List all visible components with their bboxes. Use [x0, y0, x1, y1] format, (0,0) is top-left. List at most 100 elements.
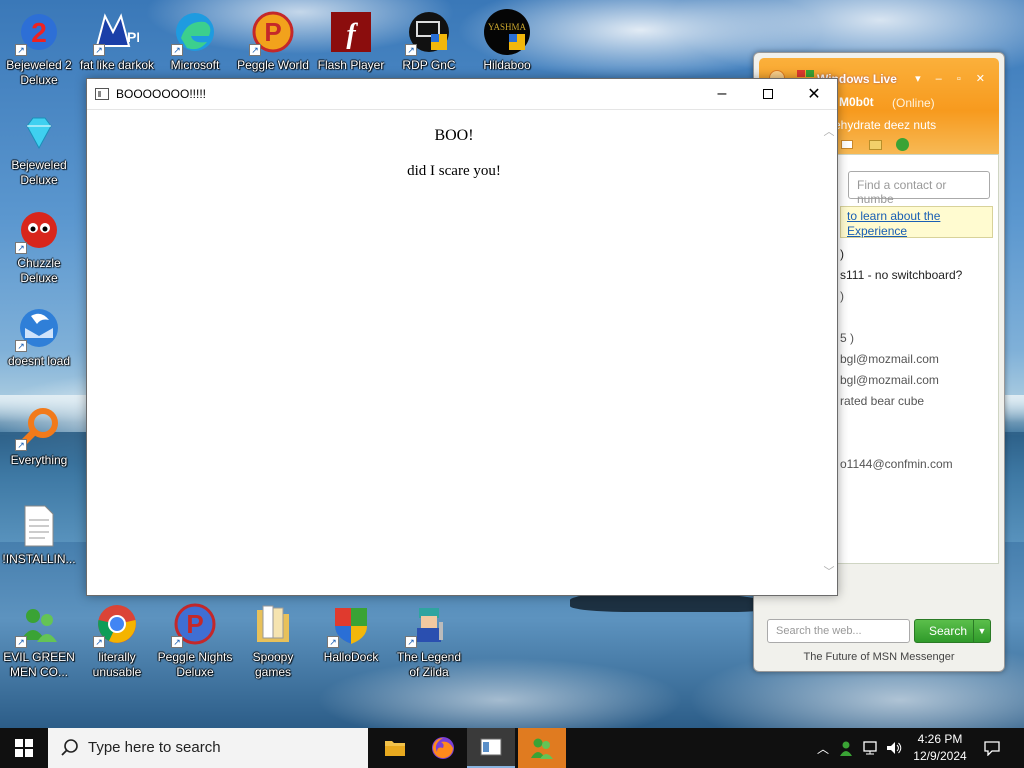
- clock-date: 12/9/2024: [913, 749, 967, 763]
- volume-icon[interactable]: [884, 728, 904, 768]
- msn-buddies-icon: [531, 738, 553, 759]
- boo-window[interactable]: BOOOOOOO!!!!! – ✕ BOO! did I scare you! …: [86, 78, 838, 596]
- chrome-icon: ↗: [93, 600, 141, 648]
- taskbar-search-placeholder: Type here to search: [88, 739, 221, 756]
- scroll-up-icon[interactable]: ︿: [821, 123, 837, 139]
- page-text: did I scare you!: [407, 163, 501, 179]
- desktop-icon-spoopy-games[interactable]: Spoopy games: [235, 600, 311, 680]
- desktop-icon-everything[interactable]: ↗ Everything: [1, 403, 77, 468]
- contact-item[interactable]: rated bear cube: [840, 394, 924, 408]
- tray-messenger-icon[interactable]: [836, 728, 856, 768]
- desktop-icon-literally-unusable[interactable]: ↗ literally unusable: [79, 600, 155, 680]
- show-hidden-icons-button[interactable]: ︿: [814, 728, 832, 768]
- desktop-icon-label: The Legend of Zilda: [396, 650, 462, 679]
- minimize-button[interactable]: –: [699, 79, 745, 109]
- svg-text:2: 2: [31, 17, 47, 48]
- window-title: BOOOOOOO!!!!!: [116, 87, 207, 101]
- action-center-button[interactable]: [980, 728, 1004, 768]
- taskbar-firefox[interactable]: [419, 728, 467, 768]
- banner-line-1: to learn about the: [847, 209, 941, 223]
- yashma-shield-icon: YASHMA: [483, 8, 531, 56]
- mpl-logo-icon: PL ↗: [93, 8, 141, 56]
- taskbar-clock[interactable]: 4:26 PM 12/9/2024: [904, 731, 976, 765]
- desktop-icon-label: doesnt load: [7, 354, 71, 368]
- desktop-icon-microsoft-edge[interactable]: ↗ Microsoft: [157, 8, 233, 73]
- close-button[interactable]: ✕: [791, 79, 837, 109]
- window-titlebar[interactable]: BOOOOOOO!!!!! – ✕: [87, 79, 837, 110]
- messenger-status[interactable]: (Online): [892, 96, 935, 110]
- taskbar-messenger[interactable]: [518, 728, 566, 768]
- contact-item[interactable]: bgl@mozmail.com: [840, 373, 939, 387]
- taskbar-file-explorer[interactable]: [371, 728, 419, 768]
- desktop-icon-evil-green-men[interactable]: ↗ EVIL GREEN MEN CO...: [1, 600, 77, 680]
- messenger-info-banner[interactable]: to learn about the Experience: [840, 206, 993, 238]
- desktop-icon-hallodock[interactable]: ↗ HalloDock: [313, 600, 389, 665]
- contact-item[interactable]: o1144@confmin.com: [840, 457, 953, 471]
- contact-item[interactable]: s111 - no switchboard?: [840, 268, 962, 282]
- desktop-icon-rdp-gnc[interactable]: ↗ RDP GnC: [391, 8, 467, 73]
- web-search-button[interactable]: Search: [914, 619, 978, 643]
- folder-icon[interactable]: [869, 140, 882, 150]
- taskbar: Type here to search ︿ 4:26 PM 12/9/2024: [0, 728, 1024, 768]
- desktop-icon-bejeweled-2[interactable]: 2 ↗ Bejeweled 2 Deluxe: [1, 8, 77, 88]
- svg-text:P: P: [264, 17, 281, 47]
- desktop-icon-installing[interactable]: !INSTALLIN...: [1, 502, 77, 567]
- desktop-icon-label: Bejeweled Deluxe: [11, 158, 67, 187]
- page-content: BOO! did I scare you!: [87, 111, 821, 595]
- desktop-icon-label: Microsoft: [170, 58, 220, 72]
- desktop-icon-legend-of-zilda[interactable]: ↗ The Legend of Zilda: [391, 600, 467, 680]
- contact-item[interactable]: bgl@mozmail.com: [840, 352, 939, 366]
- desktop-icon-bejeweled-deluxe[interactable]: Bejeweled Deluxe: [1, 108, 77, 188]
- desktop-icon-label: literally unusable: [92, 650, 142, 679]
- desktop-icon-hildaboo[interactable]: YASHMA Hildaboo: [469, 8, 545, 73]
- edge-icon: ↗: [171, 8, 219, 56]
- search-icon: [60, 738, 80, 762]
- contact-group[interactable]: ): [840, 247, 844, 261]
- desktop-icon-label: HalloDock: [323, 650, 379, 664]
- taskbar-boo-window[interactable]: [467, 728, 515, 768]
- messenger-window-controls[interactable]: ▾ – ▫ ✕: [915, 72, 991, 85]
- desktop-icon-fat-like-darkok[interactable]: PL ↗ fat like darkok: [79, 8, 155, 73]
- desktop-icon-label: !INSTALLIN...: [2, 552, 76, 566]
- messenger-personal-message[interactable]: ehydrate deez nuts: [834, 118, 936, 132]
- firefox-icon: [432, 737, 454, 759]
- mail-icon[interactable]: [841, 140, 853, 149]
- desktop-icon-chuzzle-deluxe[interactable]: ↗ Chuzzle Deluxe: [1, 206, 77, 286]
- taskbar-search-box[interactable]: Type here to search: [48, 728, 368, 768]
- desktop-icon-label: Everything: [10, 453, 68, 467]
- svg-text:P: P: [186, 609, 203, 639]
- xbox-icon[interactable]: [896, 138, 909, 151]
- network-icon[interactable]: [860, 728, 882, 768]
- banner-line-2: Experience: [847, 224, 908, 238]
- messenger-nickname[interactable]: M0b0t: [839, 95, 874, 109]
- web-search-input[interactable]: Search the web...: [767, 619, 910, 643]
- window-app-icon: [95, 88, 109, 100]
- msn-buddies-icon: ↗: [15, 600, 63, 648]
- page-heading: BOO!: [434, 127, 474, 144]
- desktop-icon-flash-player[interactable]: f Flash Player: [313, 8, 389, 73]
- contact-group[interactable]: 5 ): [840, 331, 854, 345]
- scroll-down-icon[interactable]: ﹀: [821, 563, 837, 579]
- vertical-scrollbar[interactable]: ︿ ﹀: [821, 111, 837, 595]
- chuzzle-icon: ↗: [15, 206, 63, 254]
- clock-time: 4:26 PM: [917, 732, 963, 746]
- desktop-icon-label: fat like darkok: [79, 58, 155, 72]
- desktop-icon-peggle-world[interactable]: P ↗ Peggle World: [235, 8, 311, 73]
- magnifier-icon: ↗: [15, 403, 63, 451]
- windows-shield-icon: ↗: [327, 600, 375, 648]
- desktop-icon-doesnt-load[interactable]: ↗ doesnt load: [1, 304, 77, 369]
- maximize-button[interactable]: [745, 79, 791, 109]
- desktop-icon-label: Hildaboo: [483, 58, 531, 72]
- yashma-text: YASHMA: [488, 22, 527, 32]
- flash-icon: f: [327, 8, 375, 56]
- search-dropdown-icon[interactable]: ▼: [973, 619, 991, 643]
- bejeweled-2-icon: 2 ↗: [15, 8, 63, 56]
- window-app-icon: [480, 738, 502, 756]
- maximize-icon: [763, 89, 773, 99]
- desktop-icon-peggle-nights[interactable]: P ↗ Peggle Nights Deluxe: [157, 600, 233, 680]
- start-button[interactable]: [0, 728, 48, 768]
- diamond-gem-icon: [15, 108, 63, 156]
- contact-group[interactable]: ): [840, 289, 844, 303]
- find-contact-input[interactable]: Find a contact or numbe: [848, 171, 990, 206]
- text-file-icon: [15, 502, 63, 550]
